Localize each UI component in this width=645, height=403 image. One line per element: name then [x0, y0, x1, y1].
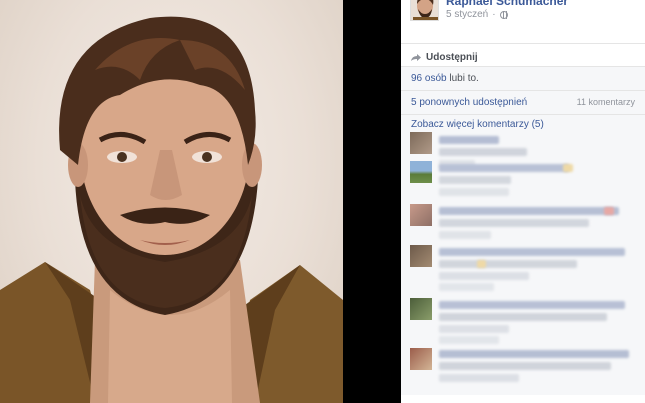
- comment-item: [401, 161, 645, 208]
- commenter-avatar[interactable]: [410, 132, 432, 154]
- blurred-comment-text: [439, 136, 499, 144]
- likes-summary: 96 osób lubi to.: [401, 67, 645, 91]
- see-more-comments-link[interactable]: Zobacz więcej komentarzy (5): [401, 115, 645, 132]
- blurred-comment-text: [439, 231, 491, 239]
- chevron-down-icon[interactable]: ▾: [631, 0, 636, 3]
- author-avatar[interactable]: [410, 0, 439, 21]
- commenter-avatar[interactable]: [410, 348, 432, 370]
- blurred-comment-text: [439, 148, 527, 156]
- likes-count-link[interactable]: 96 osób: [411, 73, 447, 84]
- blurred-comment-text: [439, 374, 519, 382]
- blurred-comment-text: [439, 313, 607, 321]
- likes-suffix: lubi to.: [449, 73, 479, 84]
- blurred-comment-text: [439, 188, 509, 196]
- post-header: Raphael Schumacher 5 styczeń · ▾: [401, 0, 645, 44]
- commenter-avatar[interactable]: [410, 161, 432, 183]
- share-arrow-icon: [411, 53, 421, 61]
- blurred-emoji: [477, 260, 486, 268]
- blurred-comment-text: [439, 325, 509, 333]
- comment-item: [401, 298, 645, 345]
- commenter-avatar[interactable]: [410, 204, 432, 226]
- commenter-avatar[interactable]: [410, 245, 432, 267]
- blurred-comment-text: [439, 283, 494, 291]
- share-action[interactable]: Udostępnij: [401, 44, 645, 67]
- shares-row: 5 ponownych udostępnień 11 komentarzy: [401, 91, 645, 115]
- comment-item: [401, 245, 645, 292]
- blurred-comment-text: [439, 336, 499, 344]
- comment-item: [401, 204, 645, 251]
- feedback-panel: 96 osób lubi to. 5 ponownych udostępnień…: [401, 67, 645, 395]
- meta-separator: ·: [492, 9, 496, 20]
- portrait-photo: [0, 0, 343, 403]
- blurred-comment-text: [439, 362, 611, 370]
- post-sidebar: Raphael Schumacher 5 styczeń · ▾ Udostęp…: [401, 0, 645, 403]
- blurred-emoji: [563, 164, 573, 172]
- comment-item: [401, 348, 645, 395]
- post-meta: 5 styczeń ·: [446, 9, 508, 20]
- blurred-comment-text: [439, 260, 577, 268]
- blurred-emoji: [604, 207, 614, 215]
- blurred-comment-text: [439, 272, 529, 280]
- blurred-comment-text: [439, 164, 569, 172]
- blurred-comment-text: [439, 207, 619, 215]
- comments-count: 11 komentarzy: [576, 97, 635, 107]
- share-label: Udostępnij: [426, 52, 478, 63]
- author-name[interactable]: Raphael Schumacher: [446, 0, 568, 8]
- blurred-comment-text: [439, 350, 629, 358]
- shares-link[interactable]: 5 ponownych udostępnień: [411, 97, 527, 114]
- photo-pane: [0, 0, 401, 403]
- globe-icon[interactable]: [499, 10, 508, 19]
- blurred-comment-text: [439, 219, 589, 227]
- photo-viewer: Raphael Schumacher 5 styczeń · ▾ Udostęp…: [0, 0, 645, 403]
- commenter-avatar[interactable]: [410, 298, 432, 320]
- post-date[interactable]: 5 styczeń: [446, 9, 488, 20]
- blurred-comment-text: [439, 301, 625, 309]
- blurred-comment-text: [439, 248, 625, 256]
- blurred-comment-text: [439, 176, 511, 184]
